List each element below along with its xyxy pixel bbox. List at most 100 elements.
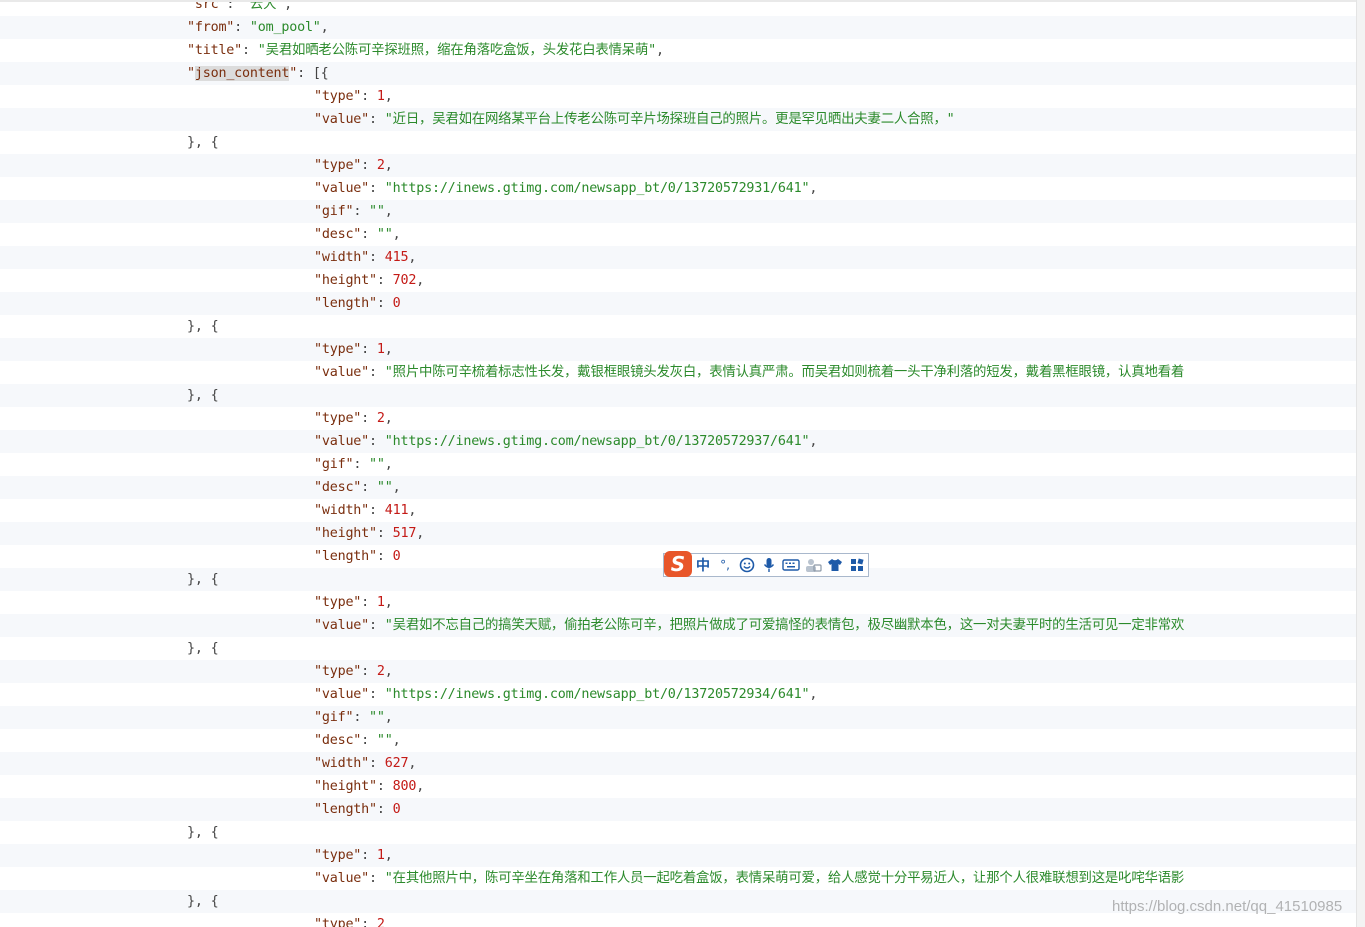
microphone-icon[interactable] (758, 554, 780, 576)
code-token: : (369, 687, 385, 702)
toolbox-icon[interactable] (802, 554, 824, 576)
code-token: "type" (314, 342, 362, 357)
code-line: "desc": "", (0, 729, 1356, 752)
code-token: , (416, 273, 425, 288)
code-token: : (361, 411, 377, 426)
code-token: , (416, 779, 425, 794)
code-token: : (369, 503, 385, 518)
code-token: : (376, 779, 393, 794)
code-token: "" (369, 204, 385, 219)
code-token: 702 (392, 273, 417, 288)
code-token: "value" (314, 365, 370, 380)
code-token: : (369, 181, 385, 196)
code-token: : (369, 618, 385, 633)
keyboard-icon[interactable] (780, 554, 802, 576)
code-token: "gif" (314, 710, 354, 725)
ime-mode-toggle[interactable]: 中 (692, 554, 714, 576)
grid-menu-icon[interactable] (846, 554, 868, 576)
code-token: "type" (314, 158, 362, 173)
ime-toolbar[interactable]: S 中 °, (663, 551, 869, 577)
code-line: "height": 800, (0, 775, 1356, 798)
code-token: "type" (314, 917, 362, 927)
code-token: "width" (314, 756, 370, 771)
code-token: 1 (376, 342, 385, 357)
code-line: "value": "https://inews.gtimg.com/newsap… (0, 683, 1356, 706)
code-token: "value" (314, 871, 370, 886)
code-token: : (369, 756, 385, 771)
search-highlight: json_content (194, 66, 290, 81)
vertical-scrollbar[interactable] (1356, 0, 1365, 927)
code-token: , (384, 595, 393, 610)
code-token: "length" (314, 296, 377, 311)
code-token: "value" (314, 112, 370, 127)
code-token: }, { (187, 388, 219, 403)
code-line: }, { (0, 384, 1356, 407)
code-line: "value": "照片中陈可辛梳着标志性长发，戴银框眼镜头发灰白，表情认真严肃… (0, 361, 1356, 384)
code-line: "value": "https://inews.gtimg.com/newsap… (0, 430, 1356, 453)
code-token: : (369, 434, 385, 449)
code-token: , (384, 848, 393, 863)
code-token: "length" (314, 802, 377, 817)
code-line: "length": 0 (0, 292, 1356, 315)
code-token: : (234, 20, 250, 35)
code-token: "" (376, 480, 393, 495)
code-token: "type" (314, 89, 362, 104)
code-token: : (361, 595, 377, 610)
code-token: "gif" (314, 204, 354, 219)
code-token: , (384, 710, 393, 725)
code-line: "type": 1, (0, 591, 1356, 614)
code-token: : (361, 917, 377, 927)
code-token: : (376, 549, 393, 564)
code-token: "" (376, 227, 393, 242)
code-token: : (376, 296, 393, 311)
code-token: "desc" (314, 733, 362, 748)
code-token: }, { (187, 572, 219, 587)
code-token: : (376, 802, 393, 817)
code-token: "height" (314, 779, 377, 794)
code-token: "width" (314, 503, 370, 518)
code-token: , (392, 227, 401, 242)
code-line: "type": 2, (0, 407, 1356, 430)
code-line: "type": 2, (0, 154, 1356, 177)
code-line: "width": 627, (0, 752, 1356, 775)
code-token: : (361, 664, 377, 679)
code-token: 0 (392, 802, 401, 817)
code-token: "height" (314, 273, 377, 288)
code-token: : (369, 365, 385, 380)
code-token: , (809, 434, 818, 449)
code-token: 411 (384, 503, 409, 518)
code-line: "width": 411, (0, 499, 1356, 522)
code-line: }, { (0, 821, 1356, 844)
code-token: : (369, 871, 385, 886)
emoji-icon[interactable] (736, 554, 758, 576)
code-token: : (361, 89, 377, 104)
code-token: , (384, 342, 393, 357)
code-token: , (809, 181, 818, 196)
code-token: : (376, 273, 393, 288)
code-token: 2 (376, 917, 385, 927)
code-line: "src": "云大", (0, 0, 1356, 16)
code-line: "height": 702, (0, 269, 1356, 292)
sogou-logo-icon[interactable]: S (664, 551, 692, 577)
code-token: : (242, 43, 258, 58)
code-token: 517 (392, 526, 417, 541)
code-token: , (408, 756, 417, 771)
code-token: "gif" (314, 457, 354, 472)
code-token: "title" (187, 43, 243, 58)
code-token: "近日，吴君如在网络某平台上传老公陈可辛片场探班自己的照片。更是罕见晒出夫妻二人… (384, 112, 955, 127)
code-line: "desc": "", (0, 476, 1356, 499)
code-line: }, { (0, 315, 1356, 338)
code-token: "height" (314, 526, 377, 541)
punctuation-toggle[interactable]: °, (714, 554, 736, 576)
code-line: "from": "om_pool", (0, 16, 1356, 39)
code-token: 1 (376, 848, 385, 863)
skin-icon[interactable] (824, 554, 846, 576)
code-token: "type" (314, 848, 362, 863)
code-token: "type" (314, 595, 362, 610)
code-token: "value" (314, 618, 370, 633)
code-token: "照片中陈可辛梳着标志性长发，戴银框眼镜头发灰白，表情认真严肃。而吴君如则梳着一… (384, 365, 1185, 380)
code-token: : (361, 480, 377, 495)
code-token: 800 (392, 779, 417, 794)
code-token: , (392, 733, 401, 748)
code-line: "length": 0 (0, 798, 1356, 821)
